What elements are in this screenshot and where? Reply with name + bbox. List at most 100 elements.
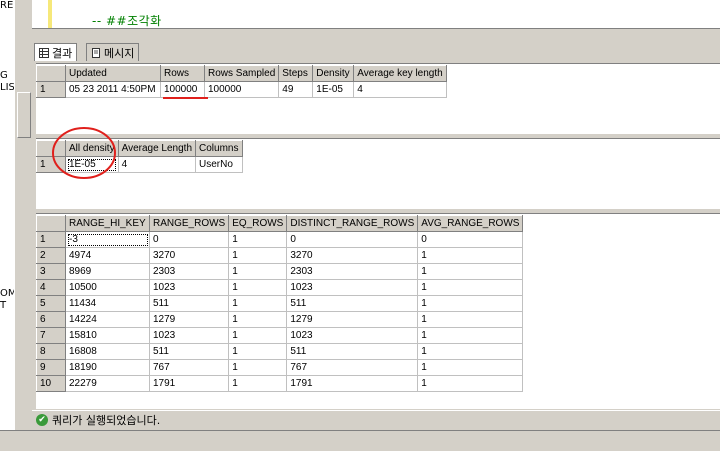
table-cell[interactable]: 1279: [148, 311, 230, 328]
table-cell[interactable]: -3: [65, 231, 150, 248]
row-number[interactable]: 10: [36, 375, 66, 392]
row-number[interactable]: 3: [36, 263, 66, 280]
row-number[interactable]: 2: [36, 247, 66, 264]
table-cell[interactable]: 1E-05: [312, 81, 355, 98]
table-cell[interactable]: 22279: [65, 375, 150, 392]
table-cell[interactable]: 1E-05: [65, 156, 119, 173]
table-row[interactable]: 2 4974 3270 1 3270 1: [36, 247, 524, 264]
table-cell[interactable]: 1: [228, 343, 288, 360]
row-number[interactable]: 5: [36, 295, 66, 312]
table-cell[interactable]: 100000: [203, 81, 280, 98]
column-header[interactable]: Density: [312, 65, 355, 82]
row-number[interactable]: 1: [36, 81, 66, 98]
table-cell[interactable]: 4: [353, 81, 447, 98]
table-row[interactable]: 4 10500 1023 1 1023 1: [36, 279, 524, 296]
table-cell[interactable]: 1023: [148, 327, 230, 344]
table-cell[interactable]: 511: [148, 343, 230, 360]
table-cell[interactable]: 1: [417, 343, 524, 360]
table-cell[interactable]: 0: [417, 231, 524, 248]
table-cell[interactable]: 1: [417, 375, 524, 392]
row-number[interactable]: 1: [36, 156, 66, 173]
table-cell[interactable]: 8969: [65, 263, 150, 280]
table-cell[interactable]: 2303: [286, 263, 419, 280]
table-cell[interactable]: 511: [286, 295, 419, 312]
table-row[interactable]: 5 11434 511 1 511 1: [36, 295, 524, 312]
table-cell[interactable]: 1279: [286, 311, 419, 328]
table-row[interactable]: 6 14224 1279 1 1279 1: [36, 311, 524, 328]
table-row[interactable]: 1 05 23 2011 4:50PM 100000 100000 49 1E-…: [36, 81, 447, 98]
column-header[interactable]: Average key length: [353, 65, 447, 82]
table-cell[interactable]: 1: [417, 327, 524, 344]
table-cell[interactable]: 1791: [148, 375, 230, 392]
table-cell[interactable]: 18190: [65, 359, 150, 376]
table-cell[interactable]: 1023: [286, 279, 419, 296]
table-cell[interactable]: 1791: [286, 375, 419, 392]
table-cell[interactable]: 1023: [148, 279, 230, 296]
column-header[interactable]: RANGE_HI_KEY: [65, 215, 150, 232]
row-number[interactable]: 8: [36, 343, 66, 360]
table-cell[interactable]: 1: [228, 359, 288, 376]
tab-messages[interactable]: 메시지: [86, 43, 140, 61]
column-header[interactable]: DISTINCT_RANGE_ROWS: [286, 215, 419, 232]
tab-results[interactable]: 결과: [34, 43, 78, 61]
left-scrollbar[interactable]: [14, 0, 33, 432]
table-cell[interactable]: 1: [228, 279, 288, 296]
table-cell[interactable]: 0: [148, 231, 230, 248]
row-number[interactable]: 6: [36, 311, 66, 328]
row-number[interactable]: 7: [36, 327, 66, 344]
table-cell[interactable]: 1: [417, 295, 524, 312]
column-header[interactable]: All density: [65, 140, 119, 157]
corner-cell[interactable]: [36, 215, 66, 232]
table-cell[interactable]: 4974: [65, 247, 150, 264]
table-row[interactable]: 9 18190 767 1 767 1: [36, 359, 524, 376]
table-cell[interactable]: 1: [417, 359, 524, 376]
column-header[interactable]: AVG_RANGE_ROWS: [417, 215, 524, 232]
table-cell[interactable]: 1: [417, 247, 524, 264]
table-row[interactable]: 8 16808 511 1 511 1: [36, 343, 524, 360]
table-cell[interactable]: 2303: [148, 263, 230, 280]
table-cell[interactable]: 511: [286, 343, 419, 360]
row-number[interactable]: 4: [36, 279, 66, 296]
table-cell[interactable]: 767: [286, 359, 419, 376]
column-header[interactable]: Rows Sampled: [203, 65, 280, 82]
table-cell[interactable]: 767: [148, 359, 230, 376]
table-cell[interactable]: 1: [228, 375, 288, 392]
table-cell[interactable]: 0: [286, 231, 419, 248]
column-header[interactable]: Steps: [278, 65, 314, 82]
table-cell[interactable]: 1: [228, 263, 288, 280]
table-cell[interactable]: 1: [417, 263, 524, 280]
table-row[interactable]: 7 15810 1023 1 1023 1: [36, 327, 524, 344]
table-cell[interactable]: 05 23 2011 4:50PM: [65, 81, 161, 98]
table-cell[interactable]: 1: [417, 279, 524, 296]
table-cell[interactable]: 511: [148, 295, 230, 312]
table-cell[interactable]: 1023: [286, 327, 419, 344]
table-cell[interactable]: 11434: [65, 295, 150, 312]
column-header[interactable]: Updated: [65, 65, 161, 82]
row-number[interactable]: 1: [36, 231, 66, 248]
table-cell[interactable]: 14224: [65, 311, 150, 328]
table-cell[interactable]: 1: [228, 327, 288, 344]
table-cell[interactable]: 4: [117, 156, 197, 173]
table-cell[interactable]: 3270: [148, 247, 230, 264]
table-cell[interactable]: 1: [228, 231, 288, 248]
table-cell[interactable]: 15810: [65, 327, 150, 344]
corner-cell[interactable]: [36, 65, 66, 82]
column-header[interactable]: Rows: [160, 65, 205, 82]
table-cell[interactable]: 1: [228, 247, 288, 264]
table-row[interactable]: 10 22279 1791 1 1791 1: [36, 375, 524, 392]
scroll-thumb[interactable]: [17, 92, 31, 138]
table-row[interactable]: 3 8969 2303 1 2303 1: [36, 263, 524, 280]
table-cell[interactable]: 1: [417, 311, 524, 328]
editor-hscrollbar[interactable]: [32, 28, 720, 39]
table-cell[interactable]: 49: [278, 81, 314, 98]
table-cell[interactable]: 1: [228, 295, 288, 312]
table-cell[interactable]: 1: [228, 311, 288, 328]
column-header[interactable]: Average Length: [117, 140, 197, 157]
table-cell[interactable]: 16808: [65, 343, 150, 360]
row-number[interactable]: 9: [36, 359, 66, 376]
table-row[interactable]: 1 -3 0 1 0 0: [36, 231, 524, 248]
table-row[interactable]: 1 1E-05 4 UserNo: [36, 156, 244, 173]
table-cell[interactable]: 100000: [160, 81, 205, 98]
column-header[interactable]: RANGE_ROWS: [148, 215, 230, 232]
column-header[interactable]: EQ_ROWS: [228, 215, 288, 232]
